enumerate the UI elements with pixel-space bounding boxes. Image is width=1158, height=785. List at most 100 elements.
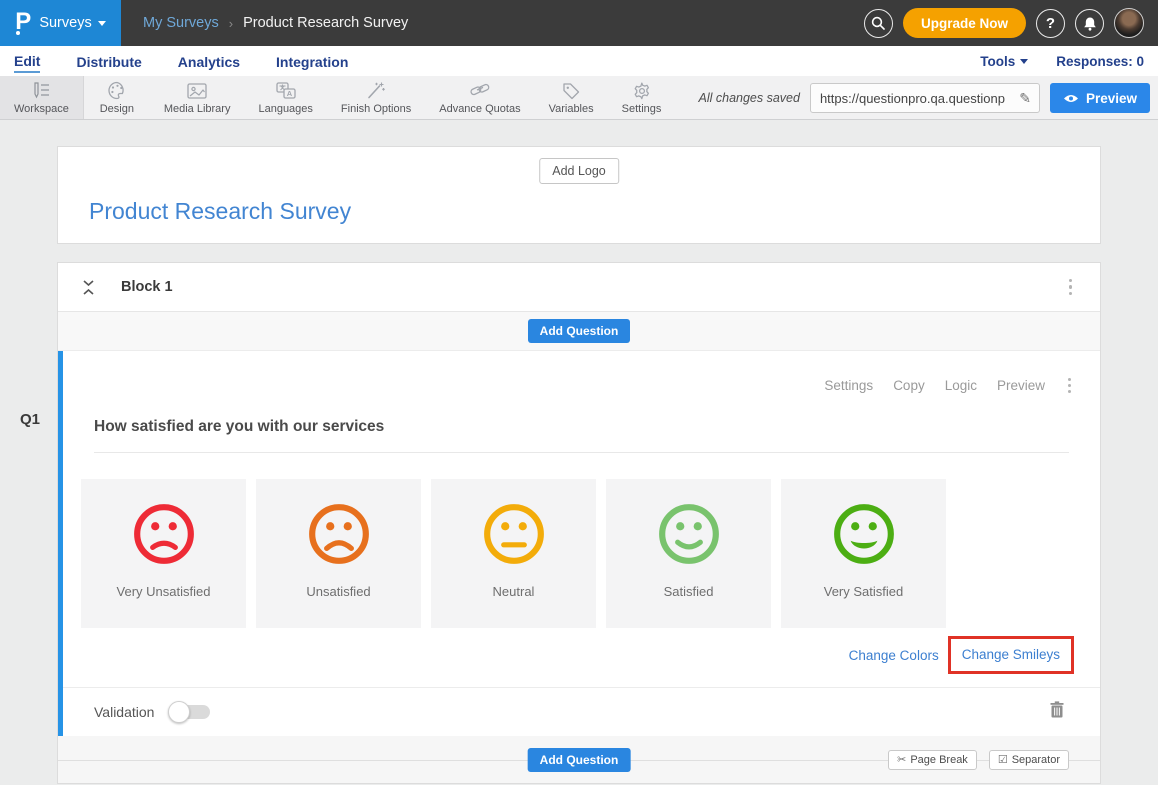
tab-edit[interactable]: Edit bbox=[14, 49, 40, 73]
toolbar-item-label: Finish Options bbox=[341, 103, 411, 115]
toolbar-item-languages[interactable]: A Languages bbox=[244, 76, 326, 119]
question-logic-link[interactable]: Logic bbox=[945, 378, 977, 393]
translate-icon: A bbox=[275, 81, 297, 101]
validation-toggle[interactable] bbox=[168, 701, 212, 723]
smiley-option-neutral[interactable]: Neutral bbox=[431, 479, 596, 628]
question-q1: Q1 Settings Copy Logic Preview How satis… bbox=[58, 351, 1100, 736]
eye-icon bbox=[1063, 93, 1079, 104]
editor-toolbar: Workspace Design Media Library A Languag… bbox=[0, 76, 1158, 120]
add-question-button-bottom[interactable]: Add Question bbox=[528, 748, 631, 772]
validation-row: Validation bbox=[63, 687, 1100, 736]
toolbar-item-label: Design bbox=[100, 103, 134, 115]
help-button[interactable]: ? bbox=[1036, 9, 1065, 38]
image-icon bbox=[186, 81, 208, 101]
responses-count[interactable]: Responses: 0 bbox=[1056, 54, 1144, 69]
survey-url-input[interactable] bbox=[811, 91, 1011, 106]
toolbar-item-media-library[interactable]: Media Library bbox=[150, 76, 245, 119]
toolbar-item-settings[interactable]: Settings bbox=[608, 76, 676, 119]
survey-header-card: Add Logo Product Research Survey bbox=[57, 146, 1101, 244]
smiley-option-satisfied[interactable]: Satisfied bbox=[606, 479, 771, 628]
survey-url-field[interactable]: ✎ bbox=[810, 83, 1040, 113]
questionpro-logo-icon: P bbox=[15, 10, 31, 34]
user-avatar[interactable] bbox=[1114, 8, 1144, 38]
smiley-option-very-unsatisfied[interactable]: Very Unsatisfied bbox=[81, 479, 246, 628]
smiley-option-unsatisfied[interactable]: Unsatisfied bbox=[256, 479, 421, 628]
toolbar-item-label: Variables bbox=[549, 103, 594, 115]
very-satisfied-smiley-icon bbox=[831, 501, 897, 567]
chain-links-icon bbox=[469, 81, 491, 101]
page-break-button[interactable]: ✂ Page Break bbox=[888, 750, 977, 770]
workspace-icon bbox=[31, 81, 51, 101]
question-preview-link[interactable]: Preview bbox=[997, 378, 1045, 393]
notifications-button[interactable] bbox=[1075, 9, 1104, 38]
add-logo-button[interactable]: Add Logo bbox=[539, 158, 619, 184]
block-header: Block 1 bbox=[58, 263, 1100, 312]
smiley-option-label: Neutral bbox=[493, 584, 535, 599]
question-menu-kebab-icon[interactable] bbox=[1065, 375, 1074, 396]
breadcrumb-separator-icon: › bbox=[229, 16, 233, 31]
separator-label: Separator bbox=[1012, 754, 1060, 766]
toolbar-item-label: Media Library bbox=[164, 103, 231, 115]
collapse-block-icon[interactable] bbox=[83, 280, 94, 295]
section-nav: Edit Distribute Analytics Integration To… bbox=[0, 46, 1158, 76]
question-text[interactable]: How satisfied are you with our services bbox=[94, 418, 1069, 436]
breadcrumb-my-surveys[interactable]: My Surveys bbox=[143, 15, 219, 31]
toolbar-item-workspace[interactable]: Workspace bbox=[0, 76, 84, 119]
toolbar-item-variables[interactable]: Variables bbox=[535, 76, 608, 119]
survey-title[interactable]: Product Research Survey bbox=[89, 198, 351, 225]
block-menu-kebab-icon[interactable] bbox=[1065, 275, 1077, 300]
change-colors-link[interactable]: Change Colors bbox=[849, 648, 939, 663]
page-break-label: Page Break bbox=[910, 754, 967, 766]
product-switcher[interactable]: Surveys bbox=[39, 15, 105, 31]
tools-menu[interactable]: Tools bbox=[980, 54, 1028, 69]
question-actions: Settings Copy Logic Preview bbox=[63, 351, 1100, 396]
edit-url-icon[interactable]: ✎ bbox=[1011, 90, 1039, 107]
bell-icon bbox=[1083, 16, 1097, 31]
preview-button[interactable]: Preview bbox=[1050, 83, 1150, 113]
breadcrumb: My Surveys › Product Research Survey bbox=[143, 15, 408, 31]
question-settings-link[interactable]: Settings bbox=[824, 378, 873, 393]
smiley-option-label: Satisfied bbox=[664, 584, 714, 599]
toolbar-item-finish-options[interactable]: Finish Options bbox=[327, 76, 425, 119]
tools-menu-label: Tools bbox=[980, 54, 1015, 69]
delete-question-button[interactable] bbox=[1050, 701, 1064, 723]
block-card: Block 1 Add Question Q1 Settings Copy Lo… bbox=[57, 262, 1101, 784]
magic-wand-icon bbox=[366, 81, 386, 101]
top-bar: P Surveys My Surveys › Product Research … bbox=[0, 0, 1158, 46]
tag-icon bbox=[561, 81, 581, 101]
chevron-down-icon bbox=[98, 21, 106, 26]
palette-icon bbox=[107, 81, 127, 101]
add-question-strip-bottom: Add Question ✂ Page Break ☑ Separator bbox=[58, 736, 1100, 783]
separator-button[interactable]: ☑ Separator bbox=[989, 750, 1069, 770]
trash-icon bbox=[1050, 701, 1064, 718]
question-copy-link[interactable]: Copy bbox=[893, 378, 925, 393]
smiley-customize-links: Change Colors Change Smileys bbox=[63, 636, 1074, 674]
toolbar-item-label: Settings bbox=[622, 103, 662, 115]
neutral-smiley-icon bbox=[481, 501, 547, 567]
validation-label: Validation bbox=[94, 704, 154, 720]
search-icon bbox=[871, 16, 885, 30]
tab-integration[interactable]: Integration bbox=[276, 50, 348, 72]
add-question-button-top[interactable]: Add Question bbox=[528, 319, 631, 343]
tab-analytics[interactable]: Analytics bbox=[178, 50, 240, 72]
block-title[interactable]: Block 1 bbox=[121, 279, 173, 295]
question-divider bbox=[94, 452, 1069, 453]
app-logo-menu[interactable]: P Surveys bbox=[0, 0, 121, 46]
change-smileys-link[interactable]: Change Smileys bbox=[962, 647, 1060, 662]
search-button[interactable] bbox=[864, 9, 893, 38]
upgrade-now-button[interactable]: Upgrade Now bbox=[903, 8, 1026, 38]
preview-button-label: Preview bbox=[1086, 91, 1137, 106]
add-question-strip-top: Add Question bbox=[58, 312, 1100, 351]
survey-editor-canvas: Add Logo Product Research Survey Block 1… bbox=[0, 120, 1158, 784]
toolbar-item-advance-quotas[interactable]: Advance Quotas bbox=[425, 76, 534, 119]
smiley-option-label: Unsatisfied bbox=[306, 584, 370, 599]
toolbar-item-label: Advance Quotas bbox=[439, 103, 520, 115]
smiley-option-very-satisfied[interactable]: Very Satisfied bbox=[781, 479, 946, 628]
toolbar-item-design[interactable]: Design bbox=[84, 76, 150, 119]
svg-text:A: A bbox=[286, 89, 292, 98]
question-number-label: Q1 bbox=[20, 411, 40, 428]
tab-distribute[interactable]: Distribute bbox=[76, 50, 141, 72]
smiley-scale: Very Unsatisfied Unsatisfied bbox=[81, 479, 1100, 628]
unsatisfied-smiley-icon bbox=[306, 501, 372, 567]
save-status-text: All changes saved bbox=[699, 91, 800, 105]
